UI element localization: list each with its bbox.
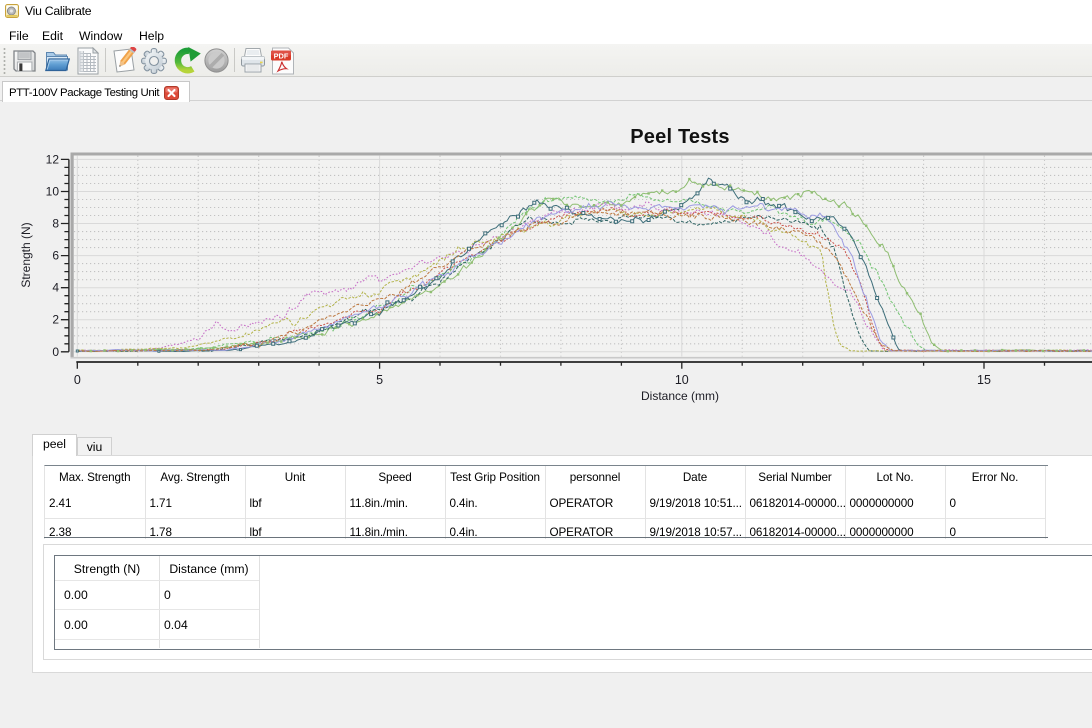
svg-text:0: 0	[52, 345, 59, 359]
svg-text:Strength (N): Strength (N)	[19, 222, 33, 287]
svg-text:0: 0	[74, 373, 81, 387]
svg-text:12: 12	[46, 152, 60, 166]
svg-text:8: 8	[52, 217, 59, 231]
svg-text:PDF: PDF	[274, 52, 289, 61]
svg-text:15: 15	[977, 373, 991, 387]
svg-text:6: 6	[52, 249, 59, 263]
svg-text:5: 5	[376, 373, 383, 387]
svg-text:Distance (mm): Distance (mm)	[641, 389, 719, 403]
svg-text:2: 2	[52, 313, 59, 327]
svg-text:4: 4	[52, 281, 59, 295]
svg-text:10: 10	[46, 185, 60, 199]
svg-text:Peel Tests: Peel Tests	[630, 126, 729, 148]
svg-text:10: 10	[675, 373, 689, 387]
